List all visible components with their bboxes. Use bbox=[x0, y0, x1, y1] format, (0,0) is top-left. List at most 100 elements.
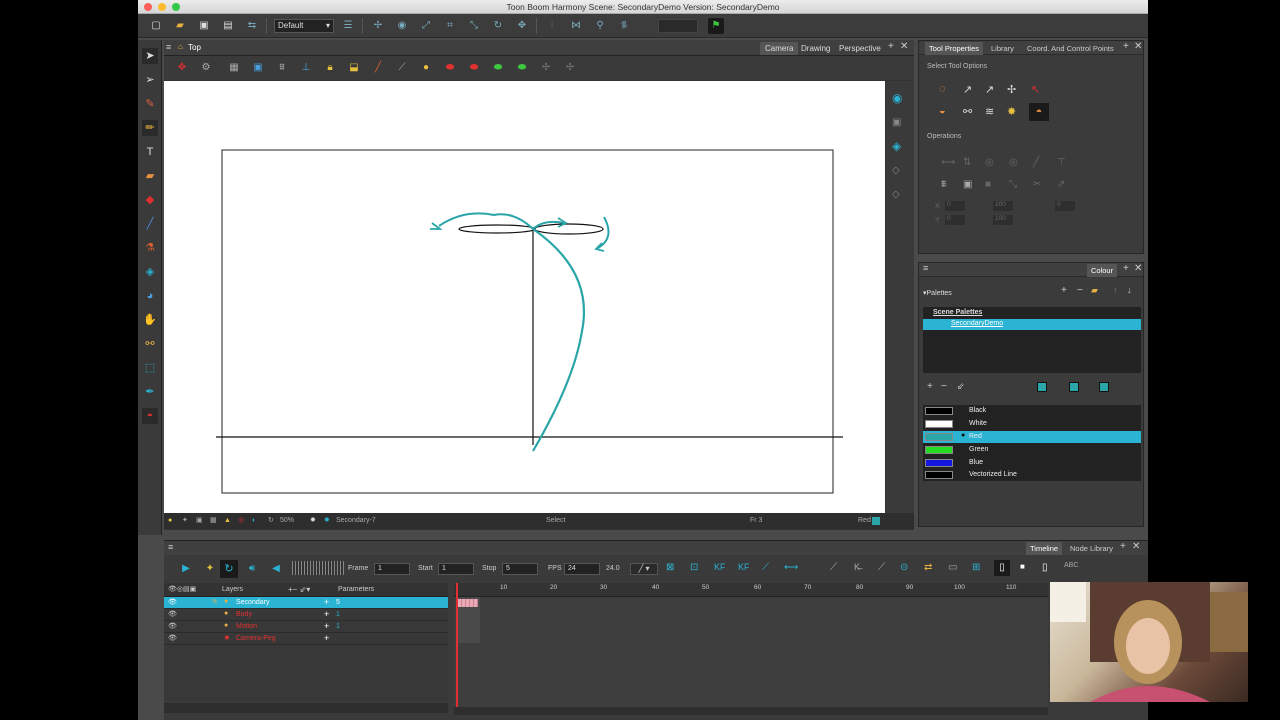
layer-visibility-icon[interactable]: 👁︎ bbox=[168, 622, 177, 630]
colour-link-icon[interactable]: ⇙ bbox=[957, 381, 965, 392]
tab-coord-control-points[interactable]: Coord. And Control Points bbox=[1023, 42, 1118, 55]
rotate-cw-icon[interactable]: ◎ bbox=[985, 157, 994, 168]
secondary-cells[interactable] bbox=[458, 599, 478, 607]
remove-colour-icon[interactable]: − bbox=[941, 381, 947, 392]
status-grid-icon[interactable]: ▦ bbox=[210, 513, 217, 529]
colour-row-red[interactable]: ● Red bbox=[923, 431, 1141, 443]
remove-palette-icon[interactable]: − bbox=[1077, 285, 1083, 296]
dropper-tool-icon[interactable]: ⚗ bbox=[142, 240, 158, 256]
layers-3-icon[interactable]: ◇ bbox=[892, 189, 900, 200]
status-color-icon[interactable]: ◐ bbox=[252, 513, 256, 529]
tab-colour[interactable]: Colour bbox=[1087, 264, 1118, 277]
add-layer-icon[interactable]: +− ⇙▾ bbox=[288, 585, 310, 594]
zoom-window-button[interactable] bbox=[172, 3, 180, 11]
colour-row-white[interactable]: White bbox=[923, 418, 1141, 430]
bone-icon[interactable]: ⚲ bbox=[592, 18, 608, 34]
import-icon[interactable]: ⇆ bbox=[244, 18, 260, 34]
select-red-icon[interactable]: ↖ bbox=[1031, 83, 1040, 96]
rotate-icon[interactable]: ↻ bbox=[490, 18, 506, 34]
palette-folder-icon[interactable]: ▰ bbox=[1091, 285, 1098, 296]
fit-view-icon[interactable]: ✢ bbox=[562, 60, 578, 76]
checkin-icon[interactable]: ⚑ bbox=[708, 18, 724, 34]
eraser-tool-icon[interactable]: ▰ bbox=[142, 168, 158, 184]
render-icon[interactable]: ▣ bbox=[892, 117, 901, 128]
start-field[interactable]: 1 bbox=[438, 563, 474, 575]
brush-tool-icon[interactable]: ✎ bbox=[142, 96, 158, 112]
light-icon[interactable]: ● bbox=[418, 60, 434, 76]
field-chart-icon[interactable]: ⩩ bbox=[274, 60, 290, 76]
new-scene-icon[interactable]: ▢ bbox=[148, 18, 164, 34]
tab-timeline[interactable]: Timeline bbox=[1026, 542, 1063, 555]
stroke-tool-icon[interactable]: ✒ bbox=[142, 384, 158, 400]
workspace-manager-icon[interactable]: ☰ bbox=[340, 18, 356, 34]
tab-library[interactable]: Library bbox=[987, 42, 1018, 55]
add-palette-icon[interactable]: + bbox=[1061, 285, 1067, 296]
convert-icon[interactable]: ⤡ bbox=[1009, 179, 1017, 190]
animate-mode-icon[interactable]: ✥ bbox=[174, 60, 190, 76]
flip-h-icon[interactable]: ⟷ bbox=[941, 157, 955, 168]
layer-row-secondary[interactable]: 👁︎ ✎ ● Secondary + 5 bbox=[164, 597, 448, 609]
ruler-icon[interactable]: ⟋ bbox=[394, 60, 410, 76]
snap-contour-icon[interactable]: ↗ bbox=[985, 83, 994, 96]
peg-icon[interactable]: ⫶ bbox=[544, 18, 560, 34]
line-tool-icon[interactable]: ╱ bbox=[142, 216, 158, 232]
open-icon[interactable]: ▰ bbox=[172, 18, 188, 34]
camera-mask-icon[interactable]: ⊥ bbox=[298, 60, 314, 76]
settings-icon[interactable]: ⚙ bbox=[198, 60, 214, 76]
motion-keyframe-icon[interactable]: ⟋ bbox=[762, 562, 769, 573]
light-bulb-icon[interactable]: ● bbox=[168, 513, 172, 529]
close-view-icon[interactable]: ✕ bbox=[900, 41, 908, 52]
contour-editor-icon[interactable]: ➢ bbox=[142, 72, 158, 88]
status-pin-icon[interactable]: ✦ bbox=[182, 513, 188, 529]
stop-field[interactable]: 5 bbox=[502, 563, 538, 575]
ink-tool-icon[interactable]: ◓ bbox=[142, 408, 158, 424]
layers-scrollbar[interactable] bbox=[164, 703, 448, 713]
move-down-icon[interactable]: ↓ bbox=[1127, 285, 1132, 295]
scale-icon[interactable]: ⤡ bbox=[466, 18, 482, 34]
create-group-icon[interactable]: ▣ bbox=[963, 179, 972, 190]
distribute-icon[interactable]: ⩩ bbox=[941, 179, 946, 190]
snap-grid-icon[interactable]: ✢ bbox=[1007, 83, 1016, 96]
grid-icon[interactable]: ▦ bbox=[226, 60, 242, 76]
status-mask-icon[interactable]: ◎ bbox=[238, 513, 244, 529]
layer-add-icon[interactable]: + bbox=[324, 597, 329, 607]
extend-exposure-icon[interactable]: ⊝ bbox=[900, 562, 908, 573]
layer-toggles-icon[interactable]: 👁︎◎▤▣ bbox=[168, 585, 196, 593]
stroke-icon[interactable]: ⇗ bbox=[1057, 179, 1065, 190]
save-icon[interactable]: ▣ bbox=[196, 18, 212, 34]
lasso-icon[interactable]: ◌ bbox=[939, 83, 946, 95]
single-frame-icon[interactable]: ▯ bbox=[994, 560, 1010, 576]
add-view-icon[interactable]: + bbox=[1120, 541, 1126, 552]
pencil-tool-icon[interactable]: ✏ bbox=[142, 120, 158, 136]
transform-icon[interactable]: ⌗ bbox=[442, 18, 458, 34]
lock-icon[interactable]: 🔒︎ bbox=[322, 60, 338, 76]
tab-node-library[interactable]: Node Library bbox=[1066, 542, 1117, 555]
sound-scrub-icon[interactable]: ✦ bbox=[202, 561, 218, 577]
cut-icon[interactable]: ✂ bbox=[1033, 179, 1041, 190]
brush-mask-icon[interactable]: ╱ bbox=[370, 60, 386, 76]
layer-visibility-icon[interactable]: 👁︎ bbox=[168, 634, 177, 642]
small-square-icon[interactable]: ■ bbox=[1020, 562, 1025, 571]
deform-icon[interactable]: ⋈ bbox=[568, 18, 584, 34]
merge-icon[interactable]: ⊞ bbox=[972, 562, 980, 573]
layer-add-icon[interactable]: + bbox=[324, 633, 329, 643]
zoom-level[interactable]: 50% bbox=[280, 513, 294, 529]
select-snap-icon[interactable]: ↗ bbox=[963, 83, 972, 96]
status-reset-icon[interactable]: ↻ bbox=[268, 513, 274, 529]
delete-keyframe-icon[interactable]: KF bbox=[738, 562, 750, 572]
playback-speed-slider[interactable] bbox=[292, 561, 344, 575]
morph-tool-icon[interactable]: ◕ bbox=[142, 288, 158, 304]
playhead[interactable] bbox=[456, 583, 458, 709]
colour-row-vectorized-line[interactable]: Vectorized Line bbox=[923, 470, 1141, 482]
move-up-icon[interactable]: ↑ bbox=[1113, 285, 1118, 295]
tab-perspective[interactable]: Perspective bbox=[834, 42, 886, 55]
ease-icon[interactable]: ⟋ bbox=[830, 562, 837, 573]
reposition-icon[interactable]: ⤢ bbox=[418, 18, 434, 34]
layers-icon[interactable]: ◈ bbox=[892, 139, 901, 153]
unlock-icon[interactable]: ⬓ bbox=[346, 60, 362, 76]
layer-props-icon[interactable]: ▭ bbox=[948, 562, 957, 573]
spline-tool-icon[interactable]: ⚯ bbox=[142, 336, 158, 352]
colour-row-green[interactable]: Green bbox=[923, 444, 1141, 456]
onion-skin-icon[interactable]: ✢ bbox=[370, 18, 386, 34]
labels-icon[interactable]: ABC bbox=[1064, 562, 1078, 569]
